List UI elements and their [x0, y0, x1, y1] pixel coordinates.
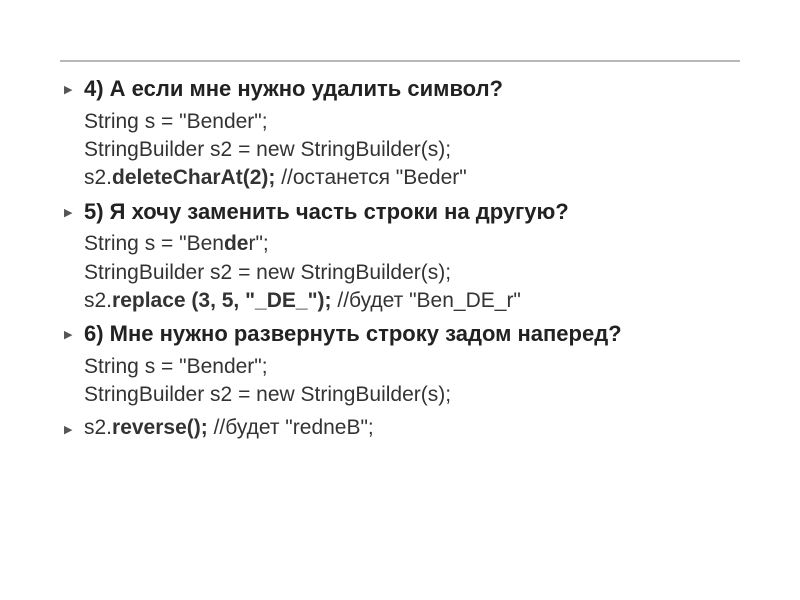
bullet-item-4: ▶ 4) А если мне нужно удалить символ? — [60, 74, 740, 104]
code-line: r"; — [248, 232, 268, 255]
code-line: StringBuilder s2 = new StringBuilder(s); — [84, 383, 451, 406]
code-line-reverse: s2.reverse(); //будет "redneB"; — [84, 414, 740, 442]
chevron-right-icon: ▶ — [64, 423, 72, 436]
code-line: s2. — [84, 166, 112, 189]
code-line: String s = "Ben — [84, 232, 224, 255]
code-line: String s = "Bender"; — [84, 355, 268, 378]
bullet-item-6: ▶ 6) Мне нужно развернуть строку задом н… — [60, 319, 740, 349]
question-5-title: 5) Я хочу заменить часть строки на другу… — [84, 197, 740, 227]
code-bold: reverse(); — [112, 416, 208, 439]
code-comment: //останется "Beder" — [275, 166, 466, 189]
code-bold: replace (3, 5, "_DE_"); — [112, 289, 332, 312]
question-6-title: 6) Мне нужно развернуть строку задом нап… — [84, 319, 740, 349]
bullet-item-5: ▶ 5) Я хочу заменить часть строки на дру… — [60, 197, 740, 227]
chevron-right-icon: ▶ — [64, 206, 72, 219]
code-bold: de — [224, 232, 249, 255]
code-comment: //будет "Ben_DE_r" — [332, 289, 521, 312]
code-block-5: String s = "Bender"; StringBuilder s2 = … — [60, 230, 740, 315]
code-bold: deleteCharAt(2); — [112, 166, 275, 189]
code-line: s2. — [84, 289, 112, 312]
code-line: String s = "Bender"; — [84, 110, 268, 133]
chevron-right-icon: ▶ — [64, 83, 72, 96]
bullet-item-6b: ▶ s2.reverse(); //будет "redneB"; — [60, 414, 740, 442]
chevron-right-icon: ▶ — [64, 328, 72, 341]
slide-content: ▶ 4) А если мне нужно удалить символ? St… — [0, 0, 800, 600]
question-4-title: 4) А если мне нужно удалить символ? — [84, 74, 740, 104]
code-comment: //будет "redneB"; — [208, 416, 374, 439]
code-block-6: String s = "Bender"; StringBuilder s2 = … — [60, 353, 740, 410]
divider — [60, 60, 740, 62]
code-line: StringBuilder s2 = new StringBuilder(s); — [84, 261, 451, 284]
code-block-4: String s = "Bender"; StringBuilder s2 = … — [60, 108, 740, 193]
code-line: StringBuilder s2 = new StringBuilder(s); — [84, 138, 451, 161]
code-line: s2. — [84, 416, 112, 439]
